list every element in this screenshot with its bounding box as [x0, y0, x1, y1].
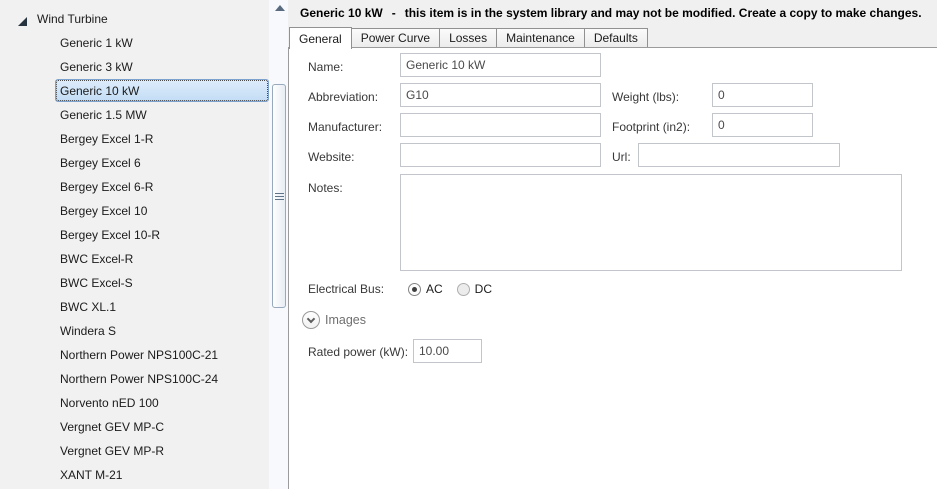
detail-header: Generic 10 kW - this item is in the system…: [288, 0, 937, 49]
tree-item-selected[interactable]: Generic 10 kW: [0, 79, 269, 103]
tree-item[interactable]: Northern Power NPS100C-24: [0, 367, 269, 391]
notes-field[interactable]: [400, 174, 902, 271]
tree-root-wind-turbine[interactable]: Wind Turbine: [0, 7, 269, 31]
radio-ac-label: AC: [426, 282, 443, 296]
tree-item[interactable]: Generic 1.5 MW: [0, 103, 269, 127]
website-label: Website:: [308, 150, 355, 164]
url-field[interactable]: [638, 143, 840, 167]
electrical-bus-label: Electrical Bus:: [308, 282, 385, 296]
tab-defaults[interactable]: Defaults: [583, 28, 648, 47]
tree-item-label: Bergey Excel 10: [60, 204, 148, 218]
tab-strip: General Power Curve Losses Maintenance D…: [289, 27, 648, 49]
tree-item[interactable]: Northern Power NPS100C-21: [0, 343, 269, 367]
tab-general[interactable]: General: [289, 27, 352, 49]
weight-field[interactable]: [712, 83, 813, 107]
scroll-up-button[interactable]: [269, 0, 290, 15]
sidebar-scrollbar[interactable]: [269, 0, 290, 489]
tree-item-label: Vergnet GEV MP-R: [60, 444, 165, 458]
url-label: Url:: [612, 150, 631, 164]
manufacturer-field[interactable]: [400, 113, 601, 137]
library-message: this item is in the system library and m…: [404, 6, 922, 20]
detail-panel: Generic 10 kW - this item is in the system…: [288, 0, 937, 489]
tree-root-label: Wind Turbine: [37, 12, 108, 26]
weight-label: Weight (lbs):: [612, 90, 680, 104]
title-dash: -: [391, 6, 396, 20]
tree-item[interactable]: Bergey Excel 1-R: [0, 127, 269, 151]
tree-item-label: Bergey Excel 10-R: [60, 228, 161, 242]
tree-item-label: Vergnet GEV MP-C: [60, 420, 165, 434]
tab-losses[interactable]: Losses: [439, 28, 498, 47]
expander-circle: [302, 311, 320, 329]
tree-expanded-icon[interactable]: [18, 15, 27, 26]
tree-item-label: Generic 10 kW: [60, 83, 140, 98]
tab-power-curve[interactable]: Power Curve: [350, 28, 441, 47]
app-window: Wind Turbine Generic 1 kW Generic 3 kW G…: [0, 0, 937, 489]
triangle-up-icon: [274, 4, 285, 11]
radio-unselected-icon: [456, 282, 470, 296]
radio-dc-label: DC: [474, 282, 493, 296]
tree-item[interactable]: Windera S: [0, 319, 269, 343]
tree-item[interactable]: Norvento nED 100: [0, 391, 269, 415]
library-notice: Generic 10 kW - this item is in the system…: [300, 6, 922, 20]
tree-item-label: Norvento nED 100: [60, 396, 159, 410]
website-field[interactable]: [400, 143, 601, 167]
tree-item[interactable]: BWC Excel-R: [0, 247, 269, 271]
rated-power-label: Rated power (kW):: [308, 345, 409, 359]
tree-item[interactable]: Bergey Excel 6: [0, 151, 269, 175]
tree-item-label: Generic 3 kW: [60, 60, 133, 74]
tree-item[interactable]: Generic 1 kW: [0, 31, 269, 55]
abbreviation-field[interactable]: [400, 83, 601, 107]
radio-dc[interactable]: DC: [456, 282, 493, 296]
tree-item[interactable]: Generic 3 kW: [0, 55, 269, 79]
tree-item[interactable]: XANT M-21: [0, 463, 269, 487]
tree-item-label: BWC Excel-S: [60, 276, 133, 290]
tree-item[interactable]: Bergey Excel 10-R: [0, 223, 269, 247]
tree-item[interactable]: BWC Excel-S: [0, 271, 269, 295]
tree-item[interactable]: Bergey Excel 10: [0, 199, 269, 223]
tree-item-label: Bergey Excel 6-R: [60, 180, 154, 194]
tree-item-label: Windera S: [60, 324, 117, 338]
radio-ac[interactable]: AC: [408, 282, 443, 296]
electrical-bus-options: AC DC: [408, 277, 506, 301]
item-title: Generic 10 kW: [300, 6, 383, 20]
selection-highlight: Generic 10 kW: [55, 79, 269, 102]
footprint-label: Footprint (in2):: [612, 120, 691, 134]
rated-power-field[interactable]: [413, 339, 482, 363]
name-field[interactable]: [400, 53, 601, 77]
tree-item[interactable]: Bergey Excel 6-R: [0, 175, 269, 199]
footprint-field[interactable]: [712, 113, 813, 137]
chevron-down-icon: [306, 314, 316, 323]
tree-item-label: BWC Excel-R: [60, 252, 134, 266]
tree-item-label: XANT M-21: [60, 468, 123, 482]
library-sidebar: Wind Turbine Generic 1 kW Generic 3 kW G…: [0, 0, 269, 489]
tree-item-label: Generic 1.5 MW: [60, 108, 147, 122]
tree-item-label: Northern Power NPS100C-21: [60, 348, 219, 362]
notes-label: Notes:: [308, 181, 343, 195]
tree-item[interactable]: Vergnet GEV MP-C: [0, 415, 269, 439]
tree-item[interactable]: Vergnet GEV MP-R: [0, 439, 269, 463]
electrical-bus-row: Electrical Bus:: [308, 277, 384, 301]
tree-item-label: BWC XL.1: [60, 300, 117, 314]
tree-item[interactable]: BWC XL.1: [0, 295, 269, 319]
tab-maintenance[interactable]: Maintenance: [496, 28, 585, 47]
tree-item-label: Northern Power NPS100C-24: [60, 372, 219, 386]
tree-item-label: Generic 1 kW: [60, 36, 133, 50]
manufacturer-label: Manufacturer:: [308, 120, 383, 134]
abbreviation-label: Abbreviation:: [308, 90, 379, 104]
turbine-tree: Wind Turbine Generic 1 kW Generic 3 kW G…: [0, 7, 269, 487]
tree-item-label: Bergey Excel 6: [60, 156, 141, 170]
tab-page-general: Name: Abbreviation: Weight (lbs): Manufa…: [288, 47, 937, 489]
name-label: Name:: [308, 60, 344, 74]
grip-lines-icon: [274, 192, 284, 200]
radio-selected-icon: [408, 282, 421, 296]
tree-item-label: Bergey Excel 1-R: [60, 132, 154, 146]
images-expander[interactable]: Images: [302, 311, 366, 329]
scrollbar-thumb[interactable]: [272, 84, 286, 308]
images-label: Images: [325, 313, 366, 327]
